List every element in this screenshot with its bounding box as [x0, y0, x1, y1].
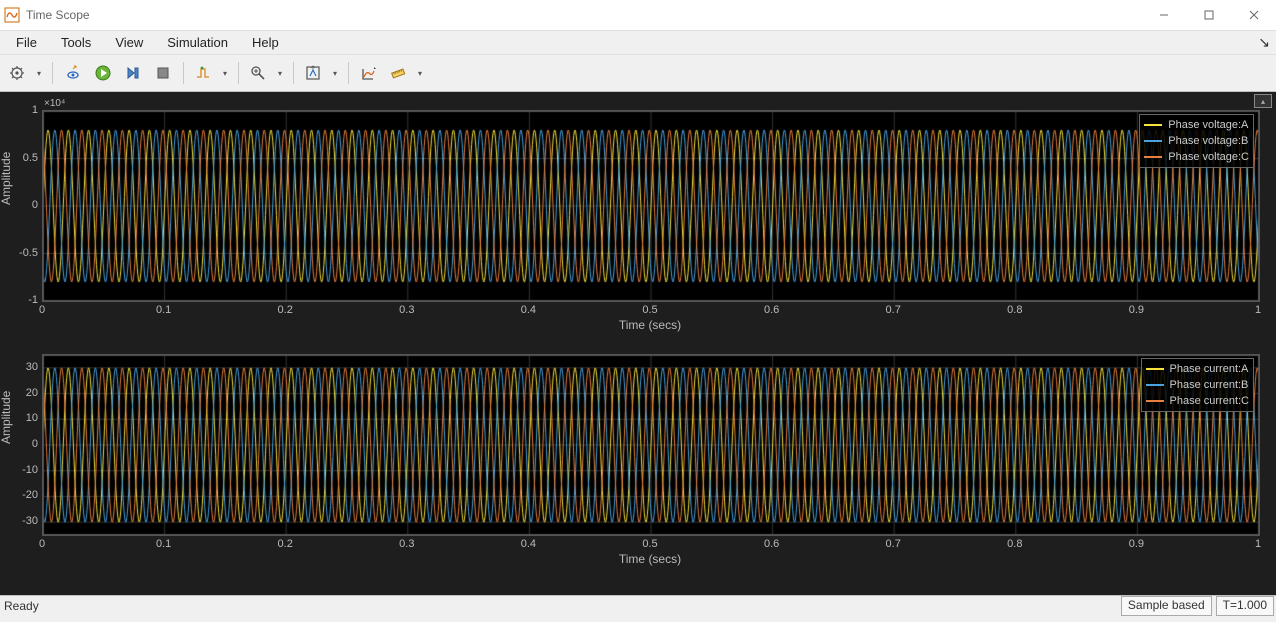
ytick: 30: [4, 361, 38, 373]
xtick: 0.7: [886, 538, 901, 550]
legend-label: Phase current:B: [1170, 379, 1249, 391]
status-ready: Ready: [2, 599, 39, 613]
xtick: 0.2: [278, 538, 293, 550]
xtick: 0.3: [399, 304, 414, 316]
statusbar: Ready Sample based T=1.000: [0, 595, 1276, 616]
xtick: 1: [1255, 538, 1261, 550]
ytick: -20: [4, 489, 38, 501]
xtick: 0.9: [1129, 304, 1144, 316]
ytick: -0.5: [4, 247, 38, 259]
xtick: 0.6: [764, 538, 779, 550]
legend-swatch: [1146, 400, 1164, 402]
legend-entry: Phase voltage:C: [1144, 149, 1249, 165]
step-icon[interactable]: [119, 59, 147, 87]
xtick: 0.1: [156, 304, 171, 316]
legend-label: Phase voltage:C: [1168, 151, 1249, 163]
toolbar-separator: [183, 62, 184, 84]
ytick: 1: [4, 104, 38, 116]
toolbar-separator: [293, 62, 294, 84]
xlabel: Time (secs): [619, 318, 681, 332]
legend-entry: Phase current:A: [1146, 361, 1249, 377]
xlabel: Time (secs): [619, 552, 681, 566]
dock-arrow-icon[interactable]: ↘: [1258, 34, 1270, 51]
minimize-button[interactable]: [1141, 0, 1186, 29]
triggers-icon[interactable]: [190, 59, 232, 87]
close-button[interactable]: [1231, 0, 1276, 29]
menu-help[interactable]: Help: [242, 33, 289, 52]
toolbar-separator: [238, 62, 239, 84]
legend-label: Phase voltage:B: [1168, 135, 1248, 147]
menu-file[interactable]: File: [6, 33, 47, 52]
plot-canvas[interactable]: [42, 354, 1260, 536]
xtick: 0.4: [521, 304, 536, 316]
menu-tools[interactable]: Tools: [51, 33, 101, 52]
legend-label: Phase voltage:A: [1168, 119, 1248, 131]
ylabel: Amplitude: [0, 152, 13, 205]
legend-swatch: [1144, 124, 1162, 126]
highlight-icon[interactable]: [59, 59, 87, 87]
xtick: 0.5: [642, 304, 657, 316]
ytick: -10: [4, 464, 38, 476]
legend-swatch: [1144, 140, 1162, 142]
legend-label: Phase current:C: [1170, 395, 1249, 407]
legend-entry: Phase voltage:A: [1144, 117, 1249, 133]
legend-swatch: [1146, 384, 1164, 386]
titlebar: Time Scope: [0, 0, 1276, 31]
xtick: 0.8: [1007, 538, 1022, 550]
xtick: 0: [39, 538, 45, 550]
xtick: 0: [39, 304, 45, 316]
legend-entry: Phase current:B: [1146, 377, 1249, 393]
menu-view[interactable]: View: [105, 33, 153, 52]
xtick: 0.1: [156, 538, 171, 550]
maximize-button[interactable]: [1186, 0, 1231, 29]
legend-swatch: [1144, 156, 1162, 158]
axes-1[interactable]: -30-20-10010203000.10.20.30.40.50.60.70.…: [42, 354, 1258, 534]
ytick: -1: [4, 294, 38, 306]
status-mode: Sample based: [1121, 596, 1212, 616]
xtick: 1: [1255, 304, 1261, 316]
y-exponent: ×10⁴: [44, 98, 65, 109]
xtick: 0.8: [1007, 304, 1022, 316]
autoscale-icon[interactable]: [300, 59, 342, 87]
stop-icon[interactable]: [149, 59, 177, 87]
legend[interactable]: Phase current:A Phase current:B Phase curr…: [1141, 358, 1254, 412]
legend-swatch: [1146, 368, 1164, 370]
legend-entry: Phase voltage:B: [1144, 133, 1249, 149]
measure-icon[interactable]: [385, 59, 427, 87]
toolbar-separator: [348, 62, 349, 84]
menu-simulation[interactable]: Simulation: [157, 33, 238, 52]
run-icon[interactable]: [89, 59, 117, 87]
xtick: 0.2: [278, 304, 293, 316]
expand-icon[interactable]: ▴: [1254, 94, 1272, 108]
window-title: Time Scope: [26, 8, 90, 22]
xtick: 0.7: [886, 304, 901, 316]
config-icon[interactable]: [4, 59, 46, 87]
toolbar: [0, 54, 1276, 92]
zoom-icon[interactable]: [245, 59, 287, 87]
xtick: 0.5: [642, 538, 657, 550]
legend-label: Phase current:A: [1170, 363, 1249, 375]
xtick: 0.6: [764, 304, 779, 316]
toolbar-separator: [52, 62, 53, 84]
cursors-icon[interactable]: [355, 59, 383, 87]
xtick: 0.4: [521, 538, 536, 550]
ylabel: Amplitude: [0, 391, 13, 444]
ytick: -30: [4, 515, 38, 527]
menubar: File Tools View Simulation Help ↘: [0, 31, 1276, 54]
xtick: 0.9: [1129, 538, 1144, 550]
legend-entry: Phase current:C: [1146, 393, 1249, 409]
app-icon: [4, 7, 20, 23]
plot-area: ▴ ×10⁴-1-0.500.5100.10.20.30.40.50.60.70…: [0, 92, 1276, 595]
legend[interactable]: Phase voltage:A Phase voltage:B Phase volt…: [1139, 114, 1254, 168]
axes-0[interactable]: ×10⁴-1-0.500.5100.10.20.30.40.50.60.70.8…: [42, 110, 1258, 300]
status-time: T=1.000: [1216, 596, 1274, 616]
plot-canvas[interactable]: [42, 110, 1260, 302]
xtick: 0.3: [399, 538, 414, 550]
